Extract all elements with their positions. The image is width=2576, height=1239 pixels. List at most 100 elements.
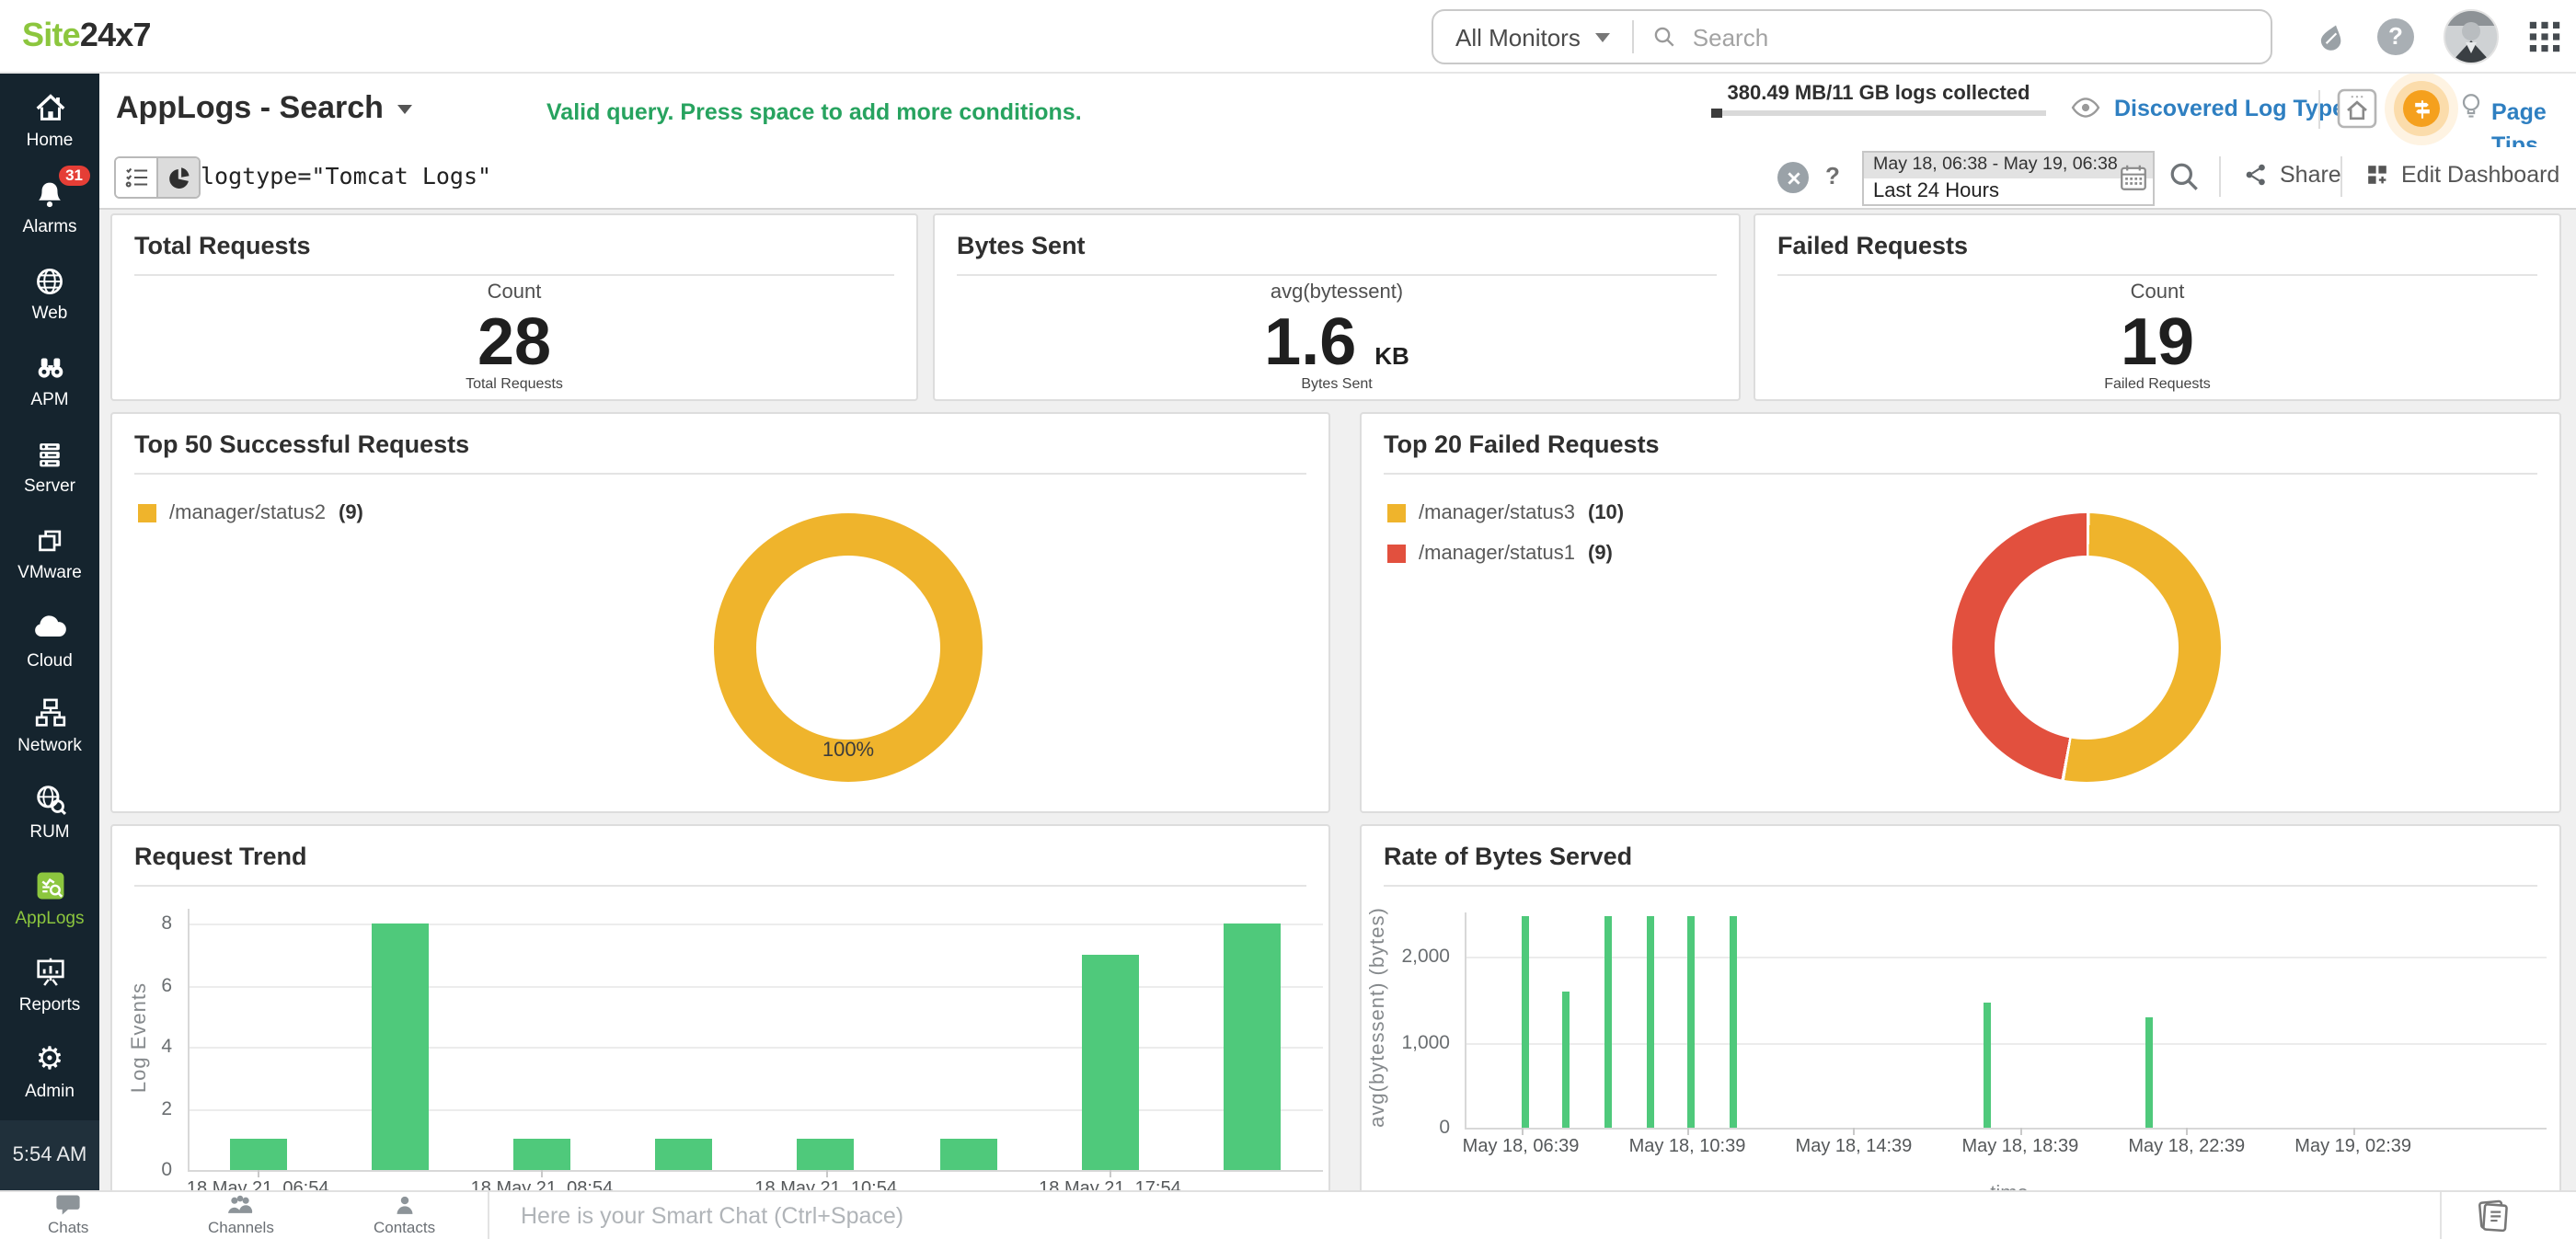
apps-grid-icon[interactable]	[2528, 19, 2561, 52]
bar	[1983, 1002, 1991, 1128]
logo-24x7: 24x7	[79, 17, 152, 53]
page-header: AppLogs - Search Valid query. Press spac…	[99, 72, 2576, 158]
contacts-button[interactable]: Contacts	[374, 1194, 435, 1236]
legend-label: /manager/status1	[1419, 543, 1575, 565]
bar	[797, 1139, 855, 1170]
monitor-filter-dropdown[interactable]: All Monitors	[1433, 23, 1632, 51]
sidebar-item-network[interactable]: Network	[0, 683, 99, 769]
kpi-footer: Bytes Sent	[1301, 375, 1373, 392]
kpi-unit: KB	[1374, 342, 1409, 370]
sidebar-item-label: APM	[30, 390, 69, 410]
bar	[229, 1139, 287, 1170]
run-search-button[interactable]	[2168, 160, 2201, 193]
edit-dashboard-button[interactable]: Edit Dashboard	[2364, 162, 2559, 188]
sidebar-item-label: RUM	[29, 822, 70, 843]
chats-button[interactable]: Chats	[48, 1194, 88, 1236]
x-tick-mark	[541, 1170, 544, 1177]
kpi-value: 28	[477, 304, 552, 379]
chat-bubble-icon	[56, 1195, 80, 1215]
query-input[interactable]: logtype="Tomcat Logs"	[201, 162, 491, 189]
edit-dashboard-label: Edit Dashboard	[2401, 162, 2560, 188]
bar	[512, 1139, 570, 1170]
card-title: Total Requests	[134, 232, 311, 259]
page-tips-button[interactable]	[2456, 90, 2486, 123]
donut-data-label: 100%	[822, 740, 875, 762]
sidebar-item-server[interactable]: Server	[0, 423, 99, 510]
network-icon	[34, 698, 65, 727]
legend-label: /manager/status2	[169, 502, 326, 524]
log-usage-meter[interactable]: 380.49 MB/11 GB logs collected	[1711, 83, 2046, 117]
bar	[1729, 916, 1737, 1128]
alarm-count-badge: 31	[58, 166, 90, 187]
sidebar-item-admin[interactable]: ⚙ Admin	[0, 1028, 99, 1115]
card-title: Bytes Sent	[957, 232, 1086, 259]
query-help-icon[interactable]: ?	[1825, 162, 1840, 189]
edit-dashboard-icon	[2368, 166, 2386, 184]
sidebar-item-label: Admin	[25, 1081, 75, 1101]
x-tick-mark	[1853, 1128, 1856, 1135]
sidebar-item-apm[interactable]: APM	[0, 337, 99, 423]
kpi-value: 19	[2120, 304, 2195, 379]
announcements-icon[interactable]	[2315, 19, 2348, 52]
sidebar-item-home[interactable]: Home	[0, 77, 99, 164]
guided-tour-pulse-button[interactable]	[2403, 90, 2440, 127]
avatar-person-icon	[2445, 10, 2497, 62]
channels-label: Channels	[208, 1218, 274, 1236]
kpi-metric-label: Count	[2130, 281, 2185, 304]
channels-button[interactable]: Channels	[208, 1194, 274, 1236]
pie-chart-icon	[168, 167, 189, 189]
chart-legend: /manager/status3 (10) /manager/status1 (…	[1387, 502, 1624, 565]
x-tick-mark	[2186, 1128, 2189, 1135]
kpi-card-bytes-sent: Bytes Sent avg(bytessent) 1.6 KB Bytes S…	[933, 213, 1741, 401]
failed-requests-donut[interactable]	[1952, 513, 2221, 782]
divider	[488, 1192, 489, 1239]
legend-count: (9)	[1588, 543, 1613, 565]
request-trend-panel: Request Trend 0 2 4 6 8 18 May 21, 06:54 18 Ma…	[110, 824, 1330, 1239]
legend-item[interactable]: /manager/status3 (10)	[1387, 502, 1624, 524]
sidebar-item-alarms[interactable]: Alarms 31	[0, 164, 99, 250]
clear-query-button[interactable]	[1777, 162, 1809, 193]
dashboard-home-button[interactable]	[2337, 88, 2377, 129]
discovered-log-types-label: Discovered Log Types	[2114, 95, 2358, 120]
successful-requests-panel: Top 50 Successful Requests /manager/stat…	[110, 412, 1330, 813]
help-icon[interactable]: ?	[2377, 17, 2414, 54]
legend-item[interactable]: /manager/status1 (9)	[1387, 543, 1624, 565]
bar	[1223, 924, 1281, 1170]
sidebar-item-reports[interactable]: Reports	[0, 942, 99, 1028]
sidebar-item-label: AppLogs	[15, 909, 85, 929]
chevron-down-icon	[1594, 32, 1610, 41]
sidebar-item-rum[interactable]: RUM	[0, 769, 99, 855]
request-trend-chart[interactable]: 0 2 4 6 8 18 May 21, 06:54 18 May 21, 08:54 18 …	[112, 826, 1328, 1239]
legend-item[interactable]: /manager/status2 (9)	[138, 502, 363, 524]
lightbulb-icon	[2462, 94, 2480, 118]
x-axis-line	[187, 1170, 1323, 1172]
y-axis-label: Log Events	[129, 981, 151, 1094]
notes-icon[interactable]	[2475, 1198, 2512, 1234]
smart-chat-input[interactable]: Here is your Smart Chat (Ctrl+Space)	[521, 1192, 903, 1239]
discovered-log-types-link[interactable]: Discovered Log Types	[2070, 92, 2358, 123]
bar	[1562, 992, 1570, 1128]
rate-of-bytes-chart[interactable]: 0 1,000 2,000 May 18, 06:39 May 18, 10:39 May…	[1362, 826, 2559, 1239]
search-input[interactable]	[1688, 21, 2252, 52]
divider	[2318, 90, 2320, 129]
x-tick-mark	[1110, 1170, 1112, 1177]
x-tick-mark	[2019, 1128, 2022, 1135]
topbar-icons: ?	[2315, 0, 2561, 72]
sidebar-item-web[interactable]: Web	[0, 250, 99, 337]
sidebar-item-vmware[interactable]: VMware	[0, 510, 99, 596]
sidebar-item-cloud[interactable]: Cloud	[0, 596, 99, 683]
dashboard-title-dropdown[interactable]: AppLogs - Search	[116, 90, 413, 127]
date-range-picker[interactable]: May 18, 06:38 - May 19, 06:38 Last 24 Ho…	[1862, 151, 2155, 206]
bar	[1687, 916, 1696, 1128]
share-button[interactable]: Share	[2243, 162, 2341, 188]
global-search-box: All Monitors	[1432, 9, 2272, 64]
bar	[2145, 1017, 2154, 1128]
site24x7-logo[interactable]: Site24x7	[22, 17, 152, 55]
logo-site: Site	[22, 17, 81, 53]
sidebar-item-applogs[interactable]: AppLogs	[0, 855, 99, 942]
usage-text: 380.49 MB/11 GB logs collected	[1727, 83, 2030, 105]
user-avatar[interactable]	[2444, 8, 2499, 63]
list-view-button[interactable]	[116, 158, 156, 197]
chart-view-button[interactable]	[156, 158, 199, 197]
legend-count: (9)	[339, 502, 363, 524]
